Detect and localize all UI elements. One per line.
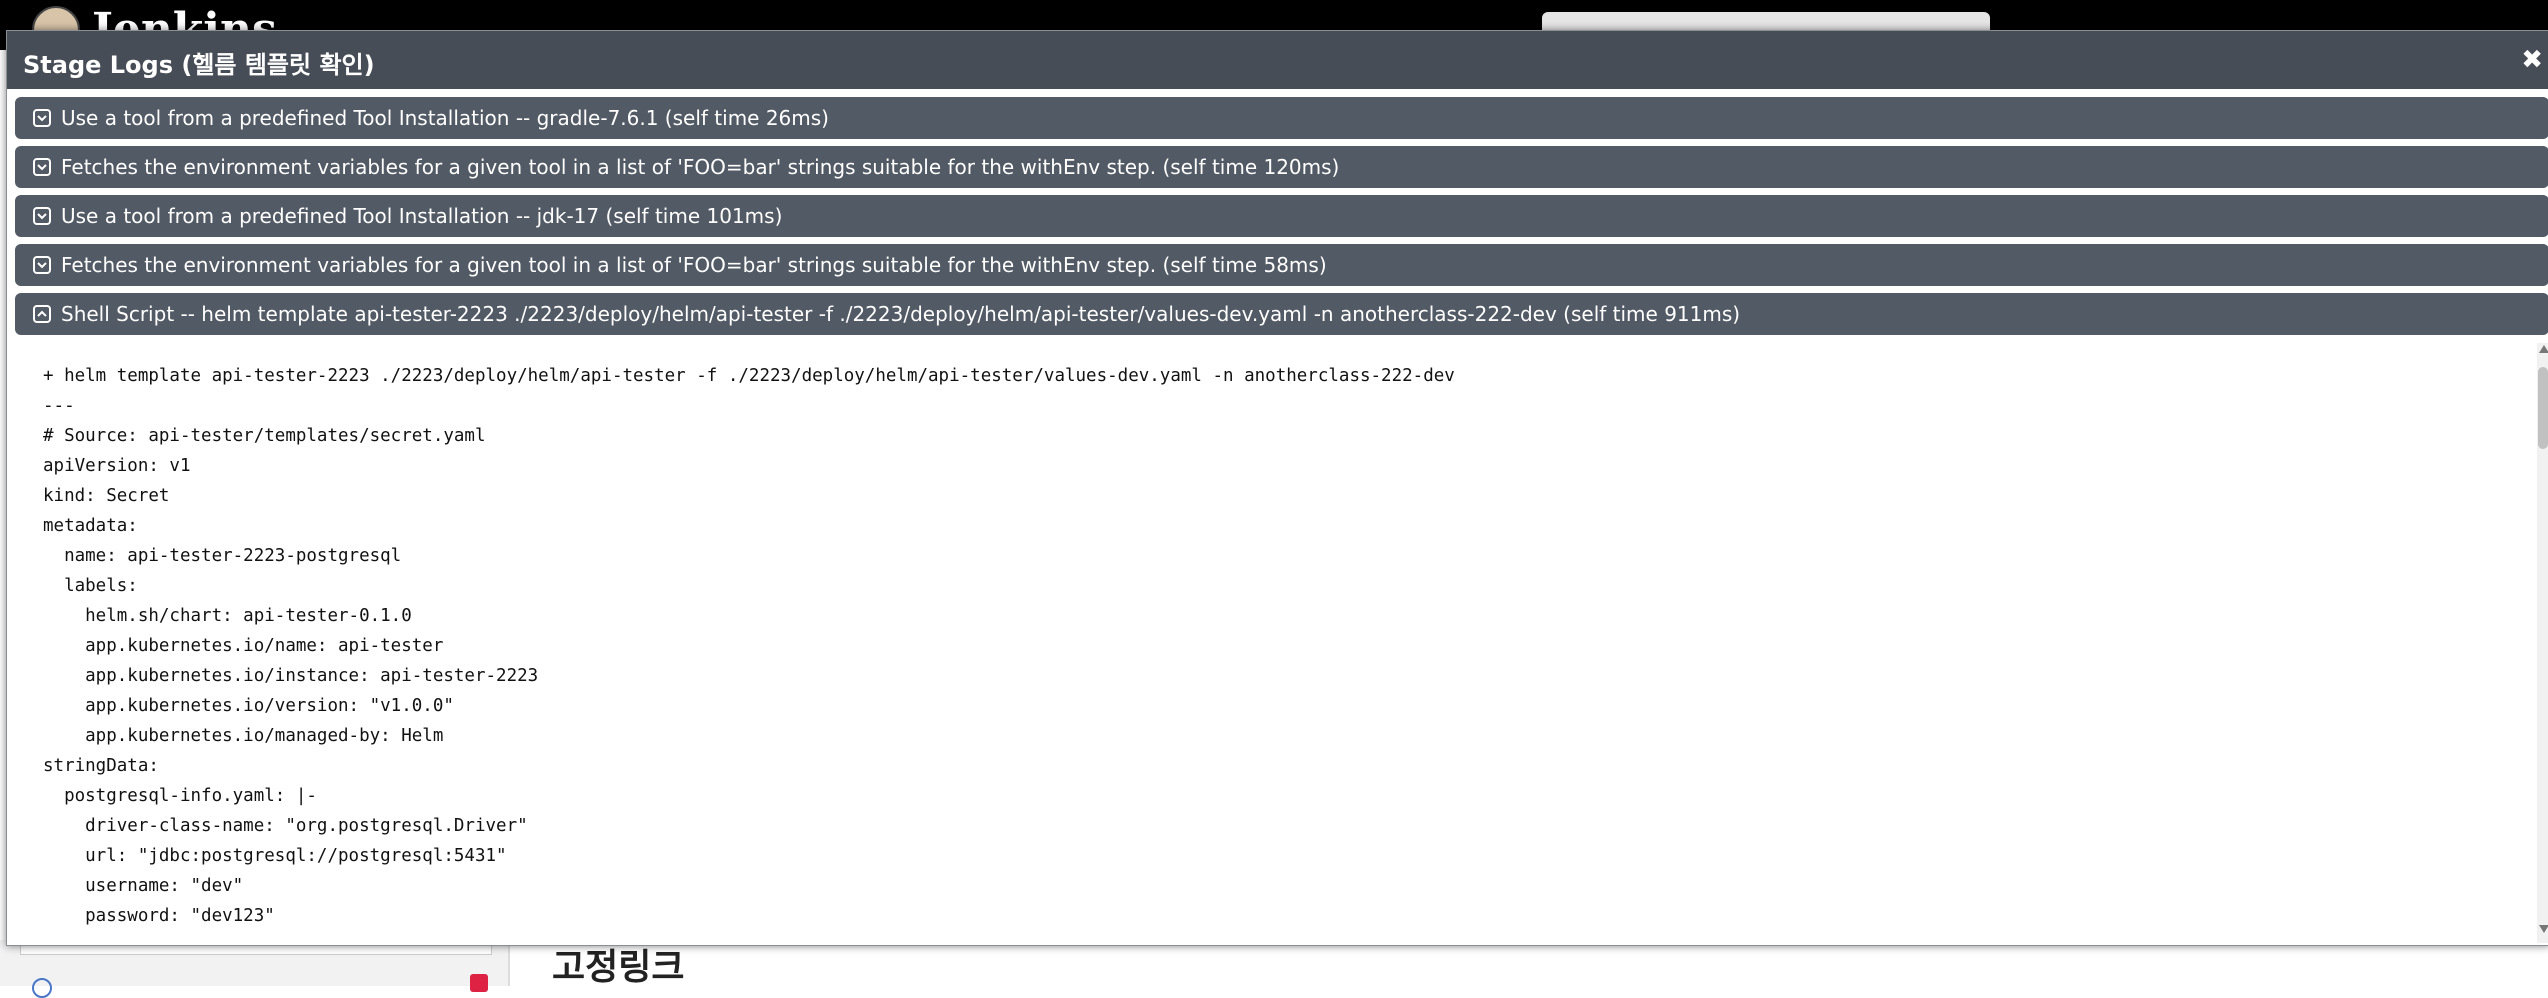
log-line: password: "dev123" — [43, 906, 275, 926]
log-line: app.kubernetes.io/instance: api-tester-2… — [43, 666, 539, 686]
log-step-jdk-tool[interactable]: Use a tool from a predefined Tool Instal… — [15, 195, 2548, 237]
log-line: # Source: api-tester/templates/secret.ya… — [43, 426, 486, 446]
log-step-label: Use a tool from a predefined Tool Instal… — [61, 106, 829, 130]
log-line: app.kubernetes.io/name: api-tester — [43, 636, 444, 656]
log-step-label: Fetches the environment variables for a … — [61, 253, 1327, 277]
radio-button[interactable] — [32, 978, 52, 998]
log-line: metadata: — [43, 516, 138, 536]
log-line: + helm template api-tester-2223 ./2223/d… — [43, 366, 1455, 386]
log-line: postgresql-info.yaml: |- — [43, 786, 317, 806]
modal-header: Stage Logs (헬름 템플릿 확인) ✖ — [7, 31, 2548, 89]
log-step-label: Fetches the environment variables for a … — [61, 155, 1340, 179]
log-step-env-vars[interactable]: Fetches the environment variables for a … — [15, 146, 2548, 188]
log-line: username: "dev" — [43, 876, 244, 896]
log-line: name: api-tester-2223-postgresql — [43, 546, 402, 566]
scrollbar-thumb[interactable] — [2538, 367, 2548, 449]
scroll-up-icon[interactable] — [2539, 345, 2548, 353]
collapse-icon[interactable] — [33, 256, 51, 274]
log-line: apiVersion: v1 — [43, 456, 191, 476]
log-line: app.kubernetes.io/version: "v1.0.0" — [43, 696, 454, 716]
log-step-label: Shell Script -- helm template api-tester… — [61, 302, 1741, 326]
log-step-shell-script[interactable]: Shell Script -- helm template api-tester… — [15, 293, 2548, 335]
close-icon[interactable]: ✖ — [2521, 45, 2543, 75]
collapse-icon[interactable] — [33, 207, 51, 225]
log-line: driver-class-name: "org.postgresql.Drive… — [43, 816, 528, 836]
log-line: helm.sh/chart: api-tester-0.1.0 — [43, 606, 412, 626]
log-line: stringData: — [43, 756, 159, 776]
log-line: url: "jdbc:postgresql://postgresql:5431" — [43, 846, 507, 866]
scroll-down-icon[interactable] — [2539, 925, 2548, 933]
console-output[interactable]: + helm template api-tester-2223 ./2223/d… — [15, 343, 2535, 943]
collapse-icon[interactable] — [33, 158, 51, 176]
modal-title: Stage Logs (헬름 템플릿 확인) — [23, 51, 375, 79]
collapse-icon[interactable] — [33, 109, 51, 127]
stage-logs-modal: Stage Logs (헬름 템플릿 확인) ✖ Use a tool from… — [6, 30, 2548, 946]
log-line: app.kubernetes.io/managed-by: Helm — [43, 726, 444, 746]
log-step-label: Use a tool from a predefined Tool Instal… — [61, 204, 783, 228]
remove-icon[interactable] — [470, 974, 488, 992]
expand-icon[interactable] — [33, 305, 51, 323]
log-line: --- — [43, 396, 75, 416]
log-line: labels: — [43, 576, 138, 596]
log-step-gradle-tool[interactable]: Use a tool from a predefined Tool Instal… — [15, 97, 2548, 139]
log-step-env-vars-2[interactable]: Fetches the environment variables for a … — [15, 244, 2548, 286]
log-line: kind: Secret — [43, 486, 170, 506]
